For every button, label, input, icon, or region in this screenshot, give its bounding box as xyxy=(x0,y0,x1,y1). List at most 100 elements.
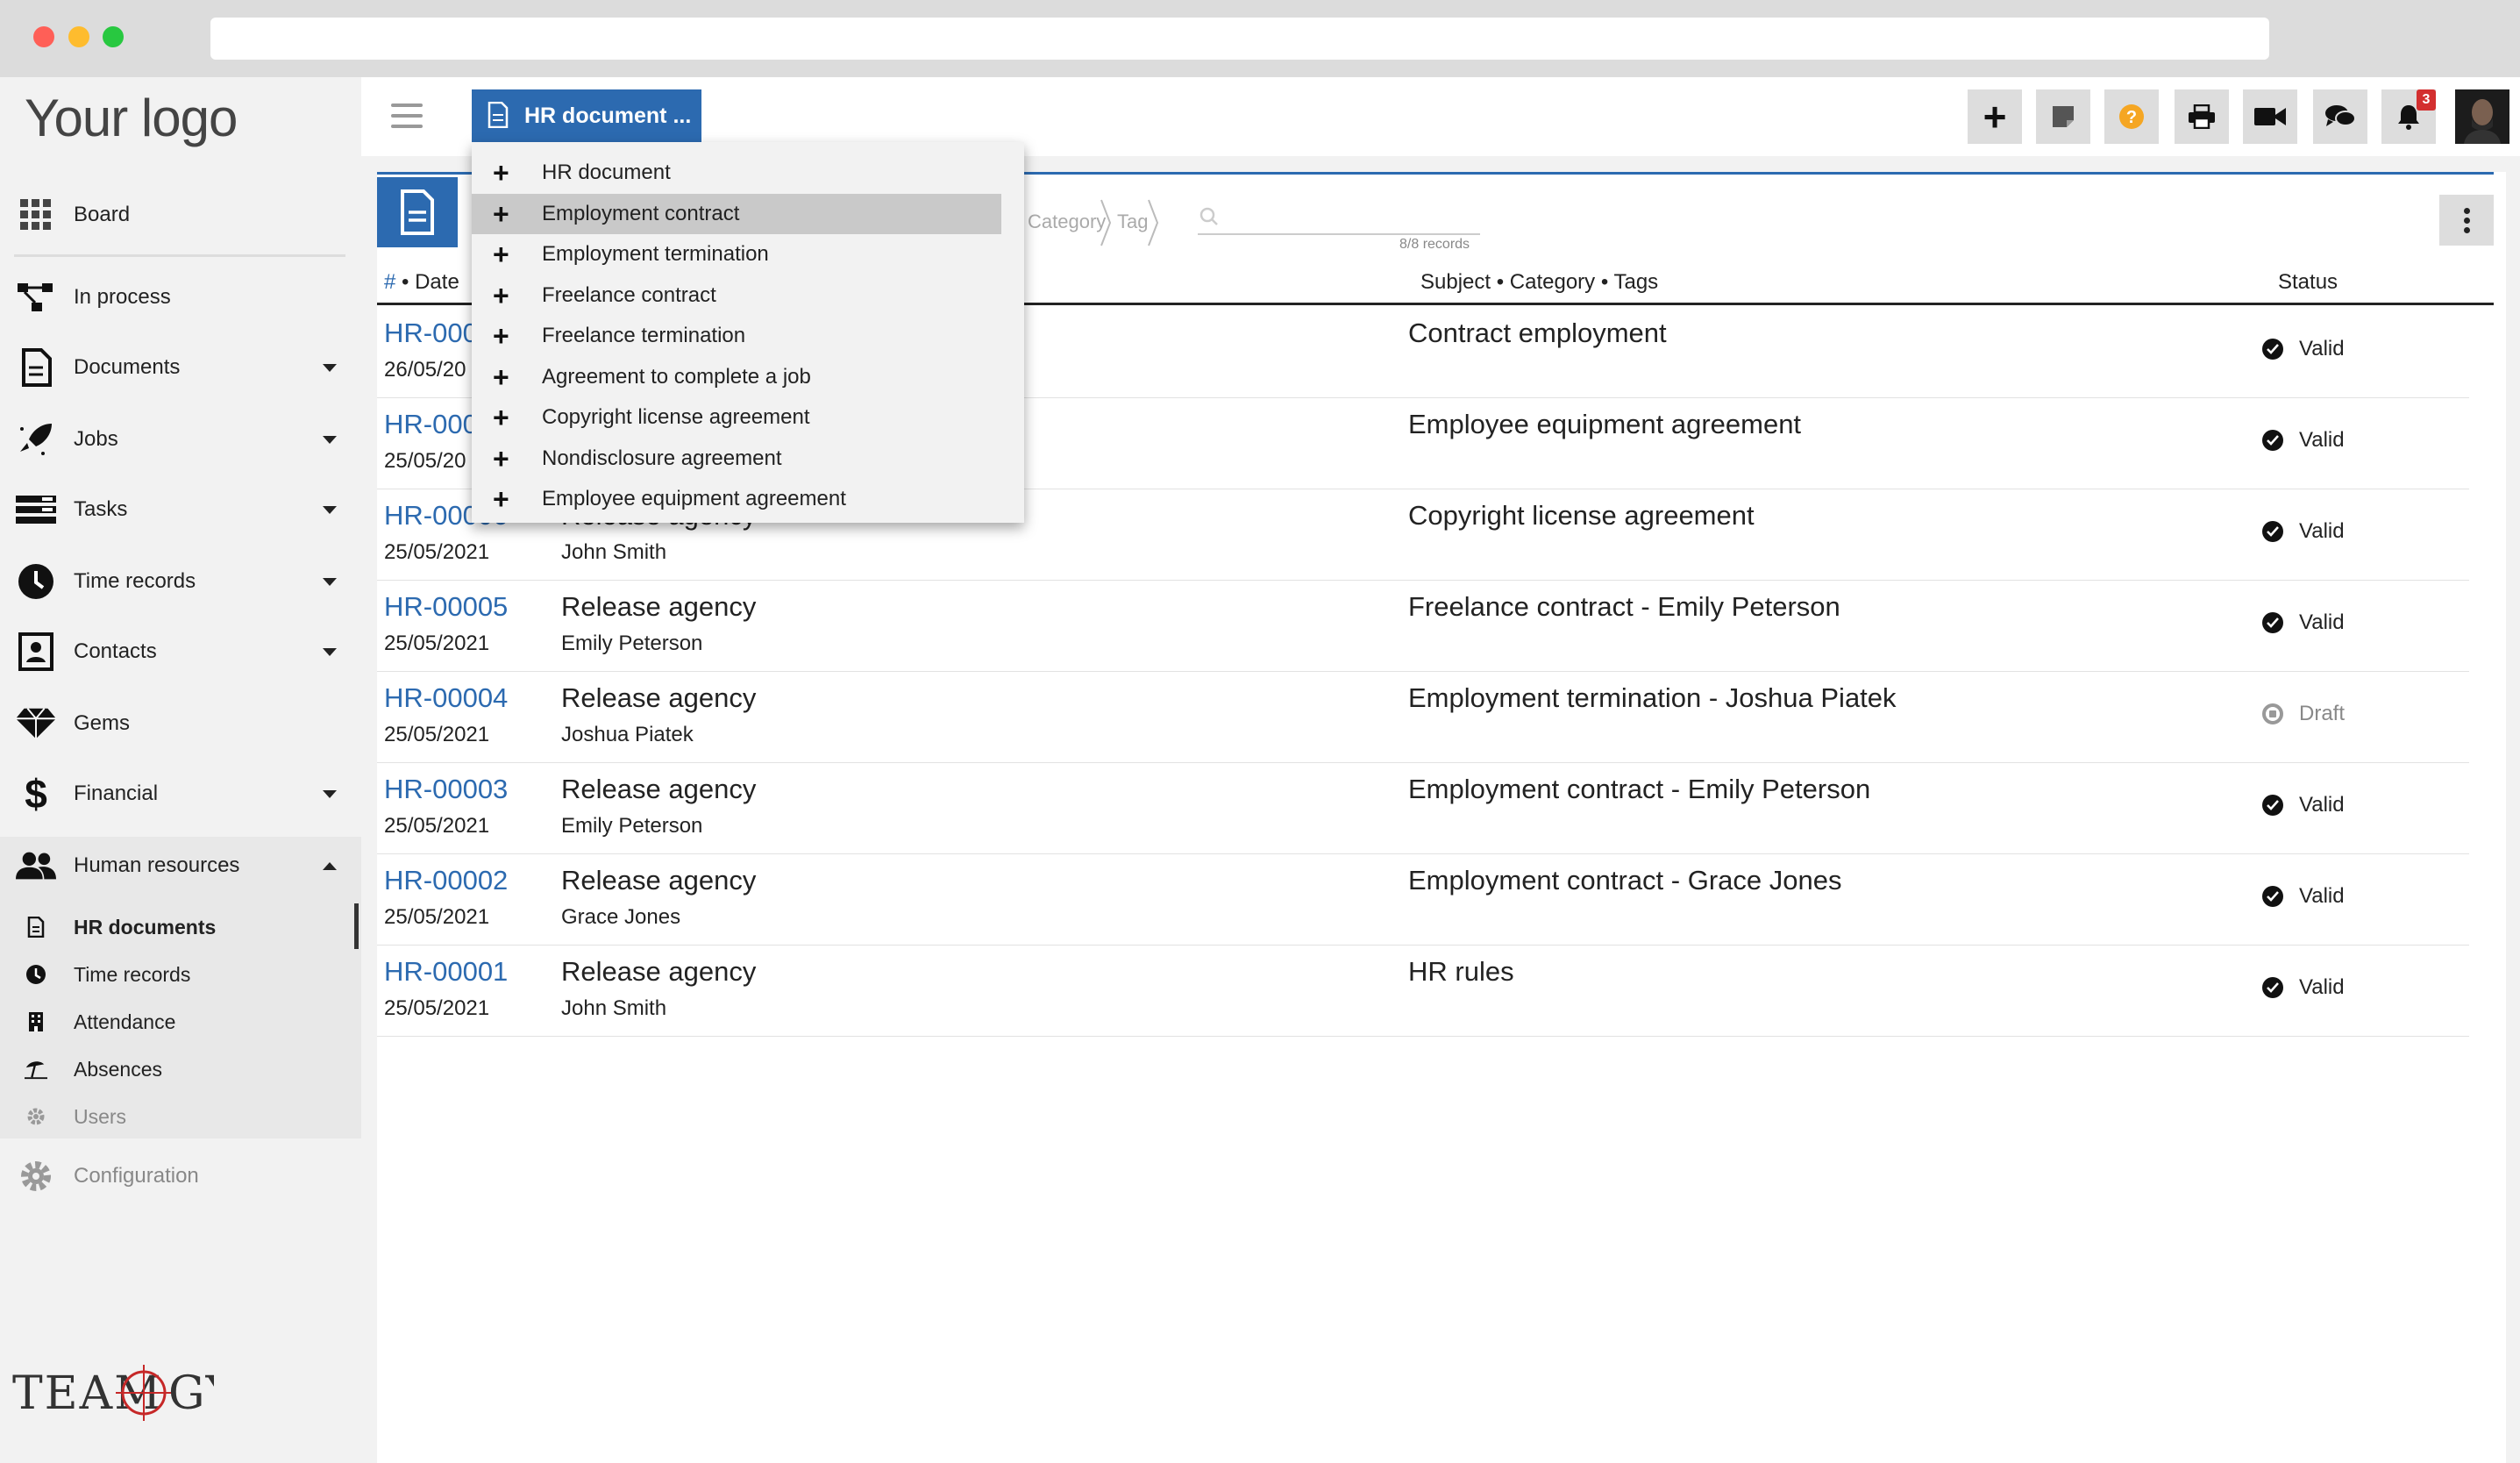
document-person: Emily Peterson xyxy=(561,814,703,838)
table-row[interactable]: HR-00001 25/05/2021 Release agency John Smi… xyxy=(377,946,2469,1037)
dropdown-item[interactable]: + Employment contract xyxy=(472,193,1001,234)
dropdown-item[interactable]: + Copyright license agreement xyxy=(472,397,1001,438)
dropdown-item-label: Freelance termination xyxy=(542,324,746,347)
printer-icon xyxy=(2189,104,2215,129)
table-row[interactable]: HR-00003 25/05/2021 Release agency Emily Pe… xyxy=(377,763,2469,854)
document-id-link[interactable]: HR-000 xyxy=(384,409,478,440)
document-subject[interactable]: Employee equipment agreement xyxy=(1408,409,1801,440)
document-date: 25/05/20 xyxy=(384,449,466,473)
chevron-down-icon[interactable] xyxy=(323,505,337,514)
chevron-down-icon[interactable] xyxy=(323,363,337,372)
building-icon xyxy=(25,1010,47,1033)
document-id-link[interactable]: HR-00002 xyxy=(384,865,508,896)
sidebar-item-financial[interactable]: $ Financial xyxy=(0,760,361,828)
sidebar-subitem-label: Users xyxy=(74,1104,127,1128)
document-subject[interactable]: Freelance contract - Emily Peterson xyxy=(1408,591,1840,623)
more-options-button[interactable] xyxy=(2439,195,2494,246)
plus-icon: + xyxy=(493,157,509,189)
document-id-link[interactable]: HR-000 xyxy=(384,318,478,349)
dropdown-item[interactable]: + Freelance contract xyxy=(472,275,1001,316)
module-document-icon[interactable] xyxy=(377,177,458,247)
sidebar-divider xyxy=(14,254,345,257)
document-subject[interactable]: Employment contract - Emily Peterson xyxy=(1408,774,1870,805)
table-row[interactable]: HR-00005 25/05/2021 Release agency Emily Pe… xyxy=(377,581,2469,672)
sidebar-subitem-time-records[interactable]: Time records xyxy=(0,951,361,998)
sidebar-item-label: Documents xyxy=(74,355,181,379)
document-customer: Release agency xyxy=(561,774,757,804)
video-button[interactable] xyxy=(2243,89,2297,144)
dropdown-item[interactable]: + Employment termination xyxy=(472,234,1001,275)
dropdown-item[interactable]: + Freelance termination xyxy=(472,316,1001,356)
plus-icon: + xyxy=(493,483,509,515)
status-badge: Valid xyxy=(2262,884,2345,909)
sidebar-subitem-hr-documents[interactable]: HR documents xyxy=(0,903,361,951)
hamburger-menu-icon[interactable] xyxy=(391,103,423,128)
sidebar-item-contacts[interactable]: Contacts xyxy=(0,617,361,686)
chevron-down-icon[interactable] xyxy=(323,789,337,798)
dropdown-item-label: Freelance contract xyxy=(542,282,716,307)
print-button[interactable] xyxy=(2175,89,2229,144)
add-button[interactable]: + xyxy=(1968,89,2022,144)
document-customer: Release agency xyxy=(561,682,757,713)
dropdown-item[interactable]: + Employee equipment agreement xyxy=(472,479,1001,519)
chevron-up-icon[interactable] xyxy=(323,861,337,870)
document-subject[interactable]: Copyright license agreement xyxy=(1408,500,1755,532)
document-id-link[interactable]: HR-00001 xyxy=(384,956,508,988)
sidebar-item-jobs[interactable]: Jobs xyxy=(0,405,361,474)
document-subject[interactable]: Employment termination - Joshua Piatek xyxy=(1408,682,1897,714)
chevron-down-icon[interactable] xyxy=(323,577,337,586)
svg-text:GY: GY xyxy=(168,1367,214,1420)
chevron-down-icon[interactable] xyxy=(323,435,337,444)
status-text: Draft xyxy=(2299,702,2346,725)
hr-document-button[interactable]: HR document ... xyxy=(472,89,701,142)
document-subject[interactable]: Employment contract - Grace Jones xyxy=(1408,865,1841,896)
sidebar-item-configuration[interactable]: Configuration xyxy=(0,1142,361,1210)
document-id-link[interactable]: HR-00004 xyxy=(384,682,508,714)
plus-icon: + xyxy=(493,279,509,311)
table-row[interactable]: HR-00004 25/05/2021 Release agency Joshua P… xyxy=(377,672,2469,763)
dropdown-item[interactable]: + Nondisclosure agreement xyxy=(472,439,1001,479)
document-subject[interactable]: HR rules xyxy=(1408,956,1514,988)
sidebar-subitem-users[interactable]: Users xyxy=(0,1093,361,1140)
avatar[interactable] xyxy=(2455,89,2509,144)
document-id-link[interactable]: HR-00005 xyxy=(384,591,508,623)
sidebar-item-documents[interactable]: Documents xyxy=(0,333,361,402)
document-person: Grace Jones xyxy=(561,905,681,929)
chat-button[interactable] xyxy=(2313,89,2367,144)
sidebar-subitem-attendance[interactable]: Attendance xyxy=(0,998,361,1046)
table-row[interactable]: HR-00002 25/05/2021 Release agency Grace Jo… xyxy=(377,854,2469,946)
search-input[interactable] xyxy=(1198,233,1480,235)
document-customer: Release agency xyxy=(561,865,757,896)
filter-crumb-category[interactable]: Category xyxy=(1028,211,1106,233)
notes-button[interactable] xyxy=(2036,89,2090,144)
minimize-window-dot[interactable] xyxy=(68,26,89,47)
dropdown-item[interactable]: + Agreement to complete a job xyxy=(472,357,1001,397)
address-bar[interactable] xyxy=(210,18,2269,60)
filter-crumb-tag[interactable]: Tag xyxy=(1117,211,1148,233)
sticky-note-icon xyxy=(2053,106,2074,127)
sidebar-item-time-records[interactable]: Time records xyxy=(0,547,361,616)
search-icon xyxy=(1199,207,1218,225)
app-logo[interactable]: Your logo xyxy=(25,88,238,148)
column-header-status[interactable]: Status xyxy=(2278,270,2338,295)
sidebar-item-gems[interactable]: Gems xyxy=(0,689,361,758)
document-subject[interactable]: Contract employment xyxy=(1408,318,1667,349)
close-window-dot[interactable] xyxy=(33,26,54,47)
help-button[interactable]: ? xyxy=(2104,89,2159,144)
document-id-link[interactable]: HR-00003 xyxy=(384,774,508,805)
sidebar-item-label: Configuration xyxy=(74,1164,199,1188)
chevron-down-icon[interactable] xyxy=(323,647,337,656)
document-icon xyxy=(25,916,47,938)
sidebar-item-tasks[interactable]: Tasks xyxy=(0,475,361,544)
sidebar-item-human-resources[interactable]: Human resources xyxy=(0,831,361,900)
sidebar-item-in-process[interactable]: In process xyxy=(0,263,361,332)
maximize-window-dot[interactable] xyxy=(103,26,124,47)
column-header-date[interactable]: # • Date xyxy=(384,270,459,295)
sidebar-item-board[interactable]: Board xyxy=(0,181,361,249)
dropdown-item-label: Employment termination xyxy=(542,242,769,266)
sidebar-subitem-absences[interactable]: Absences xyxy=(0,1046,361,1093)
column-header-subject[interactable]: Subject • Category • Tags xyxy=(1420,270,1658,295)
document-person: Joshua Piatek xyxy=(561,723,694,746)
grid-icon xyxy=(16,195,56,235)
dropdown-item[interactable]: + HR document xyxy=(472,153,1001,193)
